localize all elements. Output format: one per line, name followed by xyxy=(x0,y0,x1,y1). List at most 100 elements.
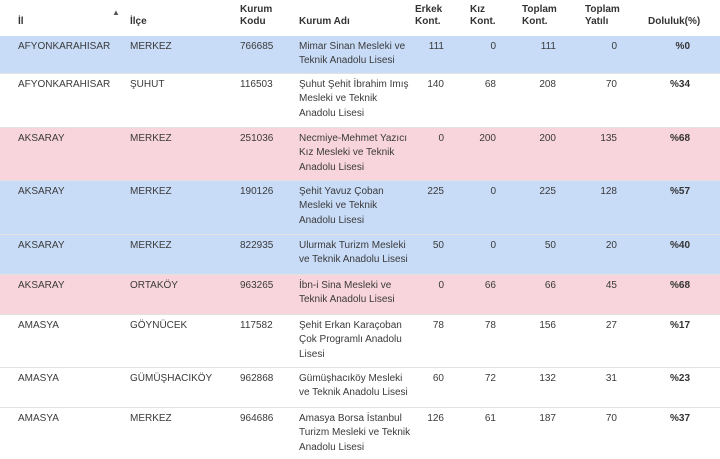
cell-kiz: 66 xyxy=(484,280,496,291)
cell-ilce: ORTAKÖY xyxy=(130,280,178,291)
cell-doluluk: %68 xyxy=(669,133,690,144)
cell-kurum-kodu: 963265 xyxy=(240,280,274,291)
header-il[interactable]: İl xyxy=(18,16,24,28)
cell-kurum-adi: Ulurmak Turizm Mesleki ve Teknik Anadolu… xyxy=(299,240,408,266)
cell-ilce: GÖYNÜCEK xyxy=(130,320,188,331)
table-row[interactable]: AKSARAY MERKEZ 190126 Şehit Yavuz Çoban … xyxy=(0,181,720,235)
cell-toplam: 132 xyxy=(539,373,556,384)
cell-kiz: 68 xyxy=(484,79,496,90)
cell-doluluk: %68 xyxy=(669,280,690,291)
cell-doluluk: %57 xyxy=(669,186,690,197)
header-kurum-adi[interactable]: Kurum Adı xyxy=(299,16,350,28)
cell-kiz: 200 xyxy=(479,133,496,144)
cell-erkek: 140 xyxy=(427,79,444,90)
cell-il: AFYONKARAHISAR xyxy=(18,79,111,90)
cell-doluluk: %40 xyxy=(669,240,690,251)
cell-kurum-adi: Amasya Borsa İstanbul Turizm Mesleki ve … xyxy=(299,413,411,453)
cell-yatili: 31 xyxy=(605,373,617,384)
header-erkek[interactable]: Erkek Kont. xyxy=(415,4,442,28)
cell-ilce: MERKEZ xyxy=(130,41,172,52)
cell-yatili: 0 xyxy=(611,41,617,52)
cell-kurum-kodu: 962868 xyxy=(240,373,274,384)
cell-kurum-kodu: 117582 xyxy=(240,320,273,331)
cell-toplam: 208 xyxy=(539,79,556,90)
cell-yatili: 70 xyxy=(605,79,617,90)
cell-yatili: 135 xyxy=(600,133,617,144)
cell-toplam: 66 xyxy=(544,280,556,291)
cell-yatili: 70 xyxy=(605,413,617,424)
cell-yatili: 20 xyxy=(605,240,617,251)
cell-yatili: 45 xyxy=(605,280,617,291)
header-ilce[interactable]: İlçe xyxy=(130,16,147,28)
cell-il: AKSARAY xyxy=(18,133,65,144)
cell-kiz: 0 xyxy=(490,41,496,52)
cell-kurum-kodu: 766685 xyxy=(240,41,274,52)
cell-ilce: MERKEZ xyxy=(130,240,172,251)
cell-toplam: 225 xyxy=(539,186,556,197)
school-table: İl ▲ İlçe Kurum Kodu Kurum Adı Erkek Kon… xyxy=(0,0,720,459)
cell-kurum-adi: Necmiye-Mehmet Yazıcı Kız Mesleki ve Tek… xyxy=(299,133,407,173)
cell-ilce: GÜMÜŞHACIKÖY xyxy=(130,373,213,384)
cell-kurum-kodu: 964686 xyxy=(240,413,274,424)
cell-erkek: 111 xyxy=(428,41,444,52)
table-row[interactable]: AKSARAY ORTAKÖY 963265 İbn-i Sina Meslek… xyxy=(0,275,720,315)
cell-erkek: 126 xyxy=(427,413,444,424)
cell-kurum-adi: Şehit Erkan Karaçoban Çok Programlı Anad… xyxy=(299,320,402,360)
cell-yatili: 128 xyxy=(600,186,617,197)
cell-kiz: 72 xyxy=(484,373,496,384)
table-row[interactable]: AKSARAY MERKEZ 822935 Ulurmak Turizm Mes… xyxy=(0,235,720,275)
cell-erkek: 0 xyxy=(438,133,444,144)
table-row[interactable]: AFYONKARAHISAR ŞUHUT 116503 Şuhut Şehit … xyxy=(0,74,720,128)
cell-il: AKSARAY xyxy=(18,240,65,251)
table-row[interactable]: AKSARAY MERKEZ 251036 Necmiye-Mehmet Yaz… xyxy=(0,128,720,181)
cell-ilce: MERKEZ xyxy=(130,133,172,144)
cell-erkek: 225 xyxy=(427,186,444,197)
cell-doluluk: %0 xyxy=(675,41,690,52)
cell-kurum-adi: Mimar Sinan Mesleki ve Teknik Anadolu Li… xyxy=(299,41,406,67)
cell-il: AKSARAY xyxy=(18,186,65,197)
cell-il: AMASYA xyxy=(18,373,59,384)
cell-erkek: 78 xyxy=(432,320,444,331)
cell-doluluk: %23 xyxy=(669,373,690,384)
cell-kurum-adi: Gümüşhacıköy Mesleki ve Teknik Anadolu L… xyxy=(299,373,408,399)
cell-toplam: 50 xyxy=(544,240,556,251)
header-toplam[interactable]: Toplam Kont. xyxy=(522,4,557,28)
cell-kiz: 0 xyxy=(490,186,496,197)
table-row[interactable]: AMASYA MERKEZ 964686 Amasya Borsa İstanb… xyxy=(0,408,720,459)
header-kurum-kodu[interactable]: Kurum Kodu xyxy=(240,4,272,28)
cell-doluluk: %17 xyxy=(669,320,690,331)
cell-kurum-adi: İbn-i Sina Mesleki ve Teknik Anadolu Lis… xyxy=(299,280,395,306)
table-row[interactable]: AMASYA GÜMÜŞHACIKÖY 962868 Gümüşhacıköy … xyxy=(0,368,720,408)
cell-erkek: 0 xyxy=(438,280,444,291)
cell-toplam: 200 xyxy=(539,133,556,144)
header-kiz[interactable]: Kız Kont. xyxy=(470,4,496,28)
cell-ilce: MERKEZ xyxy=(130,413,172,424)
cell-kurum-kodu: 822935 xyxy=(240,240,274,251)
table-header: İl ▲ İlçe Kurum Kodu Kurum Adı Erkek Kon… xyxy=(0,0,720,37)
cell-il: AMASYA xyxy=(18,413,59,424)
table-row[interactable]: AMASYA GÖYNÜCEK 117582 Şehit Erkan Karaç… xyxy=(0,315,720,368)
cell-kurum-kodu: 251036 xyxy=(240,133,274,144)
cell-kurum-kodu: 116503 xyxy=(240,79,273,90)
cell-kiz: 61 xyxy=(484,413,496,424)
cell-toplam: 111 xyxy=(540,41,556,52)
cell-erkek: 60 xyxy=(432,373,444,384)
cell-il: AKSARAY xyxy=(18,280,65,291)
cell-erkek: 50 xyxy=(432,240,444,251)
cell-yatili: 27 xyxy=(605,320,617,331)
cell-doluluk: %37 xyxy=(669,413,690,424)
cell-toplam: 156 xyxy=(539,320,556,331)
header-yatili[interactable]: Toplam Yatılı xyxy=(585,4,620,28)
cell-il: AMASYA xyxy=(18,320,59,331)
cell-doluluk: %34 xyxy=(669,79,690,90)
cell-kurum-adi: Şehit Yavuz Çoban Mesleki ve Teknik Anad… xyxy=(299,186,384,226)
cell-kurum-adi: Şuhut Şehit İbrahim Imış Mesleki ve Tekn… xyxy=(299,79,409,119)
sort-asc-icon[interactable]: ▲ xyxy=(112,8,120,17)
header-doluluk[interactable]: Doluluk(%) xyxy=(648,16,700,28)
cell-kiz: 78 xyxy=(484,320,496,331)
cell-ilce: MERKEZ xyxy=(130,186,172,197)
cell-il: AFYONKARAHISAR xyxy=(18,41,111,52)
cell-ilce: ŞUHUT xyxy=(130,79,165,90)
cell-toplam: 187 xyxy=(539,413,556,424)
table-row[interactable]: AFYONKARAHISAR MERKEZ 766685 Mimar Sinan… xyxy=(0,36,720,74)
